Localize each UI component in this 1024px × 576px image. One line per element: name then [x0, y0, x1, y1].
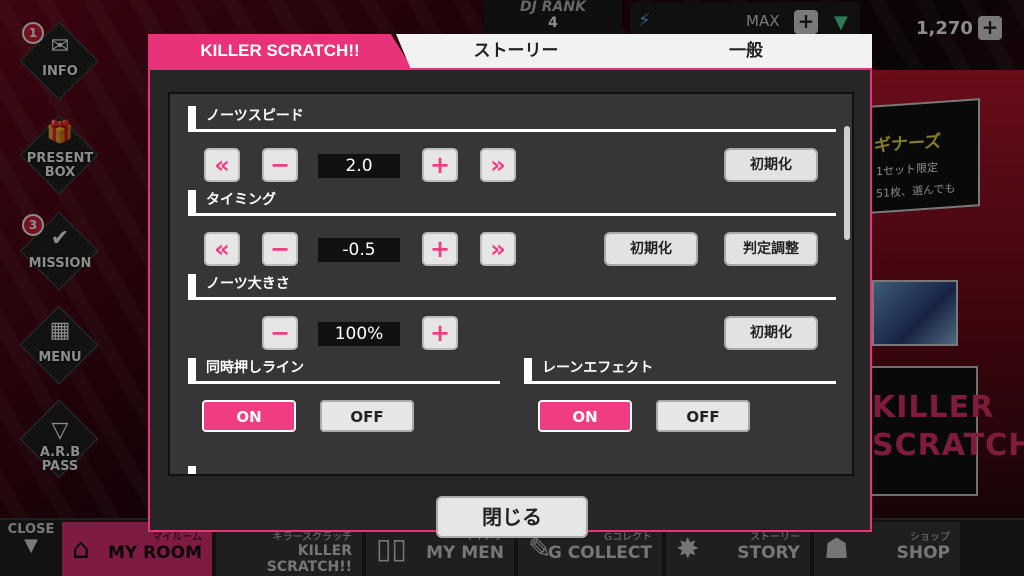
tab-story[interactable]: ストーリー	[396, 34, 636, 68]
simul-line-off-toggle[interactable]: OFF	[320, 400, 414, 432]
close-modal-button[interactable]: 閉じる	[436, 496, 588, 538]
timing-fast-decrease[interactable]: «	[204, 232, 240, 266]
timing-heading: タイミング	[188, 190, 836, 216]
note-size-value: 100%	[318, 322, 400, 346]
note-speed-reset-button[interactable]: 初期化	[724, 148, 818, 182]
lane-effect-off-toggle[interactable]: OFF	[656, 400, 750, 432]
simul-line-on-toggle[interactable]: ON	[202, 400, 296, 432]
note-speed-increase[interactable]: +	[422, 148, 458, 182]
timing-fast-increase[interactable]: »	[480, 232, 516, 266]
double-chevron-right-icon: »	[490, 235, 506, 263]
note-speed-fast-increase[interactable]: »	[480, 148, 516, 182]
note-size-heading: ノーツ大きさ	[188, 274, 836, 300]
double-chevron-right-icon: »	[490, 151, 506, 179]
plus-icon: +	[429, 319, 451, 347]
plus-icon: +	[429, 151, 451, 179]
next-section-marker	[188, 466, 196, 474]
plus-icon: +	[429, 235, 451, 263]
tab-general[interactable]: 一般	[620, 34, 872, 68]
lane-effect-heading: レーンエフェクト	[524, 358, 836, 384]
scrollbar[interactable]	[844, 126, 850, 240]
timing-increase[interactable]: +	[422, 232, 458, 266]
note-size-decrease[interactable]: −	[262, 316, 298, 350]
note-speed-fast-decrease[interactable]: «	[204, 148, 240, 182]
minus-icon: −	[269, 319, 291, 347]
timing-value: -0.5	[318, 238, 400, 262]
lane-effect-on-toggle[interactable]: ON	[538, 400, 632, 432]
simul-line-heading: 同時押しライン	[188, 358, 500, 384]
double-chevron-left-icon: «	[214, 151, 230, 179]
timing-reset-button[interactable]: 初期化	[604, 232, 698, 266]
minus-icon: −	[269, 151, 291, 179]
note-size-reset-button[interactable]: 初期化	[724, 316, 818, 350]
settings-panel: ノーツスピード « − 2.0 + » 初期化 タイミング « − -0.5 +…	[168, 92, 854, 476]
timing-adjust-button[interactable]: 判定調整	[724, 232, 818, 266]
minus-icon: −	[269, 235, 291, 263]
note-size-increase[interactable]: +	[422, 316, 458, 350]
note-speed-decrease[interactable]: −	[262, 148, 298, 182]
tab-killer-scratch[interactable]: KILLER SCRATCH!!	[148, 34, 412, 68]
note-speed-value: 2.0	[318, 154, 400, 178]
double-chevron-left-icon: «	[214, 235, 230, 263]
settings-modal: KILLER SCRATCH!! ストーリー 一般 ノーツスピード « − 2.…	[148, 34, 872, 538]
note-speed-heading: ノーツスピード	[188, 106, 836, 132]
modal-body: ノーツスピード « − 2.0 + » 初期化 タイミング « − -0.5 +…	[148, 68, 872, 538]
timing-decrease[interactable]: −	[262, 232, 298, 266]
